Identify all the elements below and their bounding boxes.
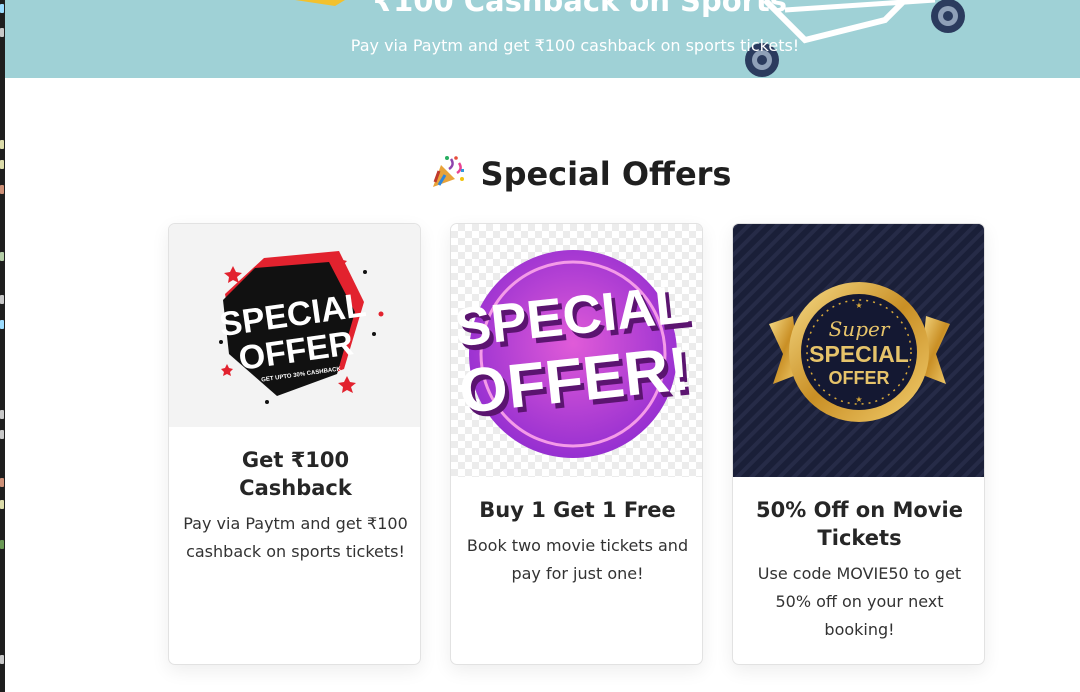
badge-line2: SPECIAL bbox=[809, 341, 909, 367]
offer-title: 50% Off on Movie Tickets bbox=[756, 498, 963, 550]
svg-text:★: ★ bbox=[855, 395, 862, 404]
party-popper-icon bbox=[432, 156, 464, 187]
banner-title: ₹100 Cashback on Sports bbox=[372, 0, 788, 18]
offer-card-movie[interactable]: Super SPECIAL OFFER ★ ★ 50% Off on Movie… bbox=[732, 223, 985, 665]
offer-image-cashback: SPECIAL OFFER GET UPTO 30% CASHBACK bbox=[169, 224, 420, 427]
svg-text:★: ★ bbox=[855, 301, 862, 310]
offers-page: ₹100 Cashback on Sports Pay via Paytm an… bbox=[5, 0, 1080, 692]
banner-subtitle: Pay via Paytm and get ₹100 cashback on s… bbox=[350, 36, 800, 55]
badge-line1: Super bbox=[829, 317, 891, 341]
offer-title: Get ₹100 Cashback bbox=[239, 448, 352, 500]
offer-image-movie: Super SPECIAL OFFER ★ ★ bbox=[733, 224, 984, 477]
badge-line3: OFFER bbox=[829, 368, 890, 388]
offer-card-cashback[interactable]: SPECIAL OFFER GET UPTO 30% CASHBACK Get … bbox=[168, 223, 421, 665]
section-title-text: Special Offers bbox=[480, 155, 732, 193]
offer-title: Buy 1 Get 1 Free bbox=[479, 498, 676, 522]
offer-description: Book two movie tickets and pay for just … bbox=[466, 536, 689, 583]
offer-card-bogo[interactable]: SPECIAL SPECIAL OFFER! OFFER! Buy 1 Get … bbox=[450, 223, 703, 665]
offer-description: Pay via Paytm and get ₹100 cashback on s… bbox=[183, 514, 408, 561]
offer-description: Use code MOVIE50 to get 50% off on your … bbox=[757, 564, 962, 639]
cashback-banner[interactable]: ₹100 Cashback on Sports Pay via Paytm an… bbox=[5, 0, 1080, 78]
section-title: Special Offers bbox=[5, 155, 1080, 193]
offer-image-bogo: SPECIAL SPECIAL OFFER! OFFER! bbox=[451, 224, 702, 477]
